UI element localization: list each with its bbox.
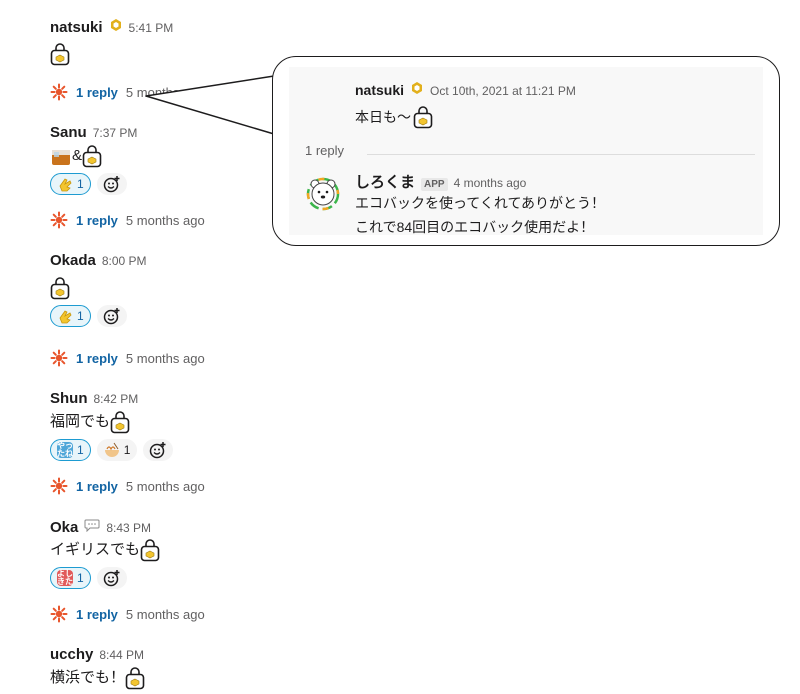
- reaction-count: 1: [77, 571, 84, 585]
- reply-link[interactable]: 1 reply: [76, 351, 118, 366]
- clap-icon: [59, 310, 72, 324]
- app-badge: APP: [421, 178, 448, 191]
- add-reaction-button[interactable]: [96, 567, 127, 589]
- whisky-icon: [52, 150, 70, 165]
- timestamp[interactable]: 8:43 PM: [106, 521, 151, 535]
- thread-burst-icon: [50, 349, 68, 367]
- reaction-count: 1: [123, 443, 131, 457]
- eco-bag-icon: [140, 538, 160, 562]
- message-text: 横浜でも！: [50, 669, 126, 686]
- message-text: イギリスでも: [50, 541, 141, 558]
- thread-preview-popover: natsuki Oct 10th, 2021 at 11:21 PM 本日も〜 …: [272, 56, 780, 246]
- thread-summary[interactable]: 1 reply 5 months ago: [50, 82, 205, 102]
- reply-count: 1 reply: [305, 143, 345, 158]
- ramen-icon: [104, 442, 119, 457]
- timestamp[interactable]: 7:37 PM: [93, 126, 138, 140]
- timestamp[interactable]: Oct 10th, 2021 at 11:21 PM: [430, 84, 576, 98]
- reply-age: 5 months ago: [125, 350, 205, 366]
- thread-summary[interactable]: 1 reply 5 months ago: [50, 210, 205, 230]
- gold-badge-icon: [410, 81, 424, 95]
- timestamp[interactable]: 5:41 PM: [129, 21, 174, 35]
- author-name[interactable]: natsuki: [355, 82, 404, 98]
- timestamp[interactable]: 8:44 PM: [99, 648, 144, 662]
- message-okada: Okada 8:00 PM 1: [50, 252, 147, 328]
- gold-badge-icon: [109, 18, 123, 32]
- eco-bag-icon: [50, 276, 70, 300]
- reply-age: 5 months ago: [125, 212, 205, 228]
- bot-reply-message: しろくま APP 4 months ago エコバックを使ってくれてありがとう！…: [355, 171, 605, 239]
- thread-summary[interactable]: 1 reply 5 months ago: [50, 348, 205, 368]
- reply-age: 5 months ago: [125, 606, 205, 622]
- reply-link[interactable]: 1 reply: [76, 607, 118, 622]
- eco-bag-icon: [413, 105, 433, 129]
- reaction-yatta[interactable]: やっ たね 1: [50, 439, 91, 461]
- add-reaction-icon: [103, 569, 121, 587]
- message-text: 福岡でも: [50, 413, 111, 430]
- message-natsuki: natsuki 5:41 PM: [50, 18, 173, 66]
- message-text: &: [72, 147, 83, 164]
- eco-bag-icon: [82, 144, 102, 168]
- bot-message-line: エコバックを使ってくれてありがとう！: [355, 195, 606, 211]
- timestamp[interactable]: 8:42 PM: [94, 392, 139, 406]
- timestamp[interactable]: 4 months ago: [454, 176, 527, 190]
- reply-age: 5 months ago: [125, 84, 205, 100]
- thread-burst-icon: [50, 605, 68, 623]
- thread-summary[interactable]: 1 reply 5 months ago: [50, 476, 205, 496]
- message-ucchy: ucchy 8:44 PM 横浜でも！: [50, 646, 145, 690]
- reaction-clap[interactable]: 1: [50, 173, 91, 195]
- thread-preview-panel: natsuki Oct 10th, 2021 at 11:21 PM 本日も〜 …: [289, 67, 763, 235]
- yoshi-icon: よし きた: [57, 569, 73, 586]
- thread-burst-icon: [50, 477, 68, 495]
- reaction-yoshi[interactable]: よし きた 1: [50, 567, 91, 589]
- message-oka: Oka 8:43 PM イギリスでも よし きた 1: [50, 518, 160, 590]
- polar-bear-avatar[interactable]: [305, 175, 341, 211]
- bot-name[interactable]: しろくま: [355, 171, 415, 192]
- eco-bag-icon: [110, 410, 130, 434]
- message-shun: Shun 8:42 PM 福岡でも やっ たね 1 1: [50, 390, 174, 462]
- reaction-ramen[interactable]: 1: [96, 439, 138, 461]
- reaction-count: 1: [77, 309, 84, 323]
- thread-burst-icon: [50, 83, 68, 101]
- author-name[interactable]: Oka: [50, 519, 78, 536]
- speech-bubble-icon: [84, 519, 100, 532]
- add-reaction-icon: [149, 441, 167, 459]
- eco-bag-icon: [125, 666, 145, 690]
- thread-summary[interactable]: 1 reply 5 months ago: [50, 604, 205, 624]
- author-name[interactable]: natsuki: [50, 19, 103, 36]
- reaction-clap[interactable]: 1: [50, 305, 91, 327]
- add-reaction-button[interactable]: [143, 439, 174, 461]
- add-reaction-button[interactable]: [96, 305, 127, 327]
- author-name[interactable]: Shun: [50, 390, 88, 407]
- add-reaction-button[interactable]: [96, 173, 127, 195]
- timestamp[interactable]: 8:00 PM: [102, 254, 147, 268]
- message-text: 本日も〜: [355, 109, 411, 125]
- original-message: natsuki Oct 10th, 2021 at 11:21 PM 本日も〜: [355, 81, 576, 129]
- reply-link[interactable]: 1 reply: [76, 479, 118, 494]
- divider: [367, 154, 755, 155]
- yatta-icon: やっ たね: [57, 441, 73, 458]
- reaction-count: 1: [77, 443, 84, 457]
- reply-link[interactable]: 1 reply: [76, 85, 118, 100]
- author-name[interactable]: Sanu: [50, 124, 87, 141]
- eco-bag-icon: [50, 42, 70, 66]
- reaction-count: 1: [77, 177, 84, 191]
- bot-message-line: これで84回目のエコバック使用だよ！: [355, 219, 595, 235]
- author-name[interactable]: Okada: [50, 252, 96, 269]
- message-sanu: Sanu 7:37 PM & 1: [50, 124, 137, 196]
- add-reaction-icon: [103, 307, 121, 325]
- reply-age: 5 months ago: [125, 478, 205, 494]
- thread-burst-icon: [50, 211, 68, 229]
- reply-link[interactable]: 1 reply: [76, 213, 118, 228]
- clap-icon: [59, 178, 72, 192]
- author-name[interactable]: ucchy: [50, 646, 93, 663]
- add-reaction-icon: [103, 175, 121, 193]
